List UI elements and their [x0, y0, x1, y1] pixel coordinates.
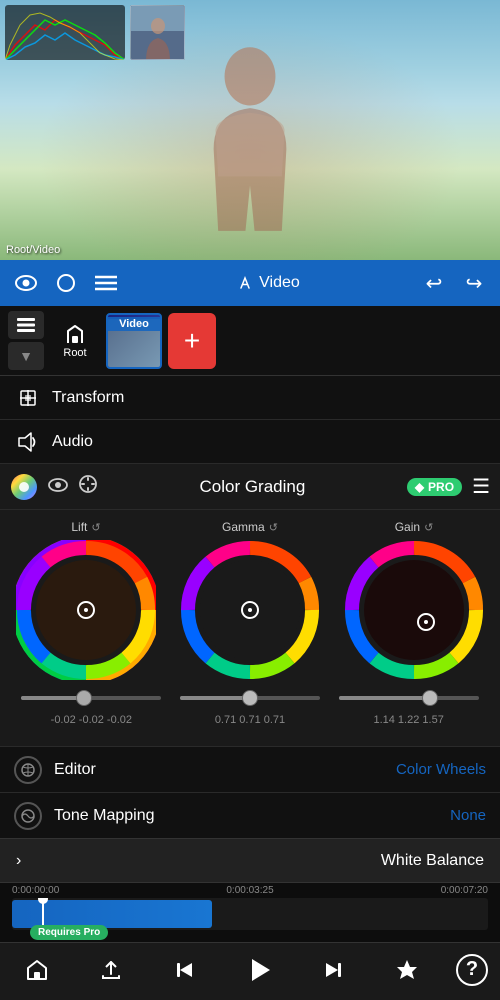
- layer-bar: ▼ Root Video +: [0, 306, 500, 376]
- transform-row[interactable]: Transform: [0, 376, 500, 420]
- timeline-time-end: 0:00:07:20: [441, 885, 488, 896]
- root-button[interactable]: Root: [50, 313, 100, 369]
- transform-label: Transform: [52, 389, 124, 407]
- histogram-overlay: [5, 5, 125, 60]
- editor-row[interactable]: Editor Color Wheels: [0, 746, 500, 792]
- video-thumbnail: [130, 5, 185, 60]
- tone-mapping-row[interactable]: Tone Mapping None: [0, 792, 500, 838]
- undo-button[interactable]: ↩: [416, 265, 452, 301]
- pro-badge: ◆ PRO: [407, 478, 462, 496]
- gain-slider[interactable]: [339, 688, 479, 708]
- video-clip-label: Video: [108, 317, 160, 331]
- values-row: -0.02 -0.02 -0.02 0.71 0.71 0.71 1.14 1.…: [4, 712, 496, 736]
- tone-mapping-label: Tone Mapping: [54, 807, 450, 825]
- gain-reset-icon[interactable]: ↺: [424, 521, 433, 534]
- sliders-row: [4, 684, 496, 712]
- root-video-label: Root/Video: [6, 244, 60, 256]
- prev-frame-button[interactable]: [160, 947, 210, 993]
- menu-toolbar-icon[interactable]: [88, 265, 124, 301]
- transform-icon: [16, 388, 40, 408]
- visibility-toggle[interactable]: [48, 476, 68, 497]
- wheels-row: Lift ↺: [4, 520, 496, 680]
- gamma-slider[interactable]: [180, 688, 320, 708]
- root-label: Root: [63, 347, 86, 359]
- layer-list-button[interactable]: [8, 311, 44, 339]
- settings-icon[interactable]: [78, 474, 98, 499]
- person-silhouette: [190, 40, 310, 240]
- editor-value: Color Wheels: [396, 761, 486, 778]
- video-clip-thumb[interactable]: Video: [106, 313, 162, 369]
- tone-mapping-value: None: [450, 807, 486, 824]
- lift-slider[interactable]: [21, 688, 161, 708]
- color-grading-menu[interactable]: ☰: [472, 474, 490, 499]
- next-frame-button[interactable]: [308, 947, 358, 993]
- timeline-header: 0:00:00:00 0:00:03:25 0:00:07:20: [0, 883, 500, 898]
- lift-reset-icon[interactable]: ↺: [91, 521, 100, 534]
- gain-label: Gain ↺: [395, 520, 434, 534]
- toolbar-title: Video: [259, 274, 300, 292]
- editor-label: Editor: [54, 761, 396, 779]
- gamma-wheel[interactable]: [180, 540, 320, 680]
- timeline-area: 0:00:00:00 0:00:03:25 0:00:07:20 Require…: [0, 882, 500, 942]
- color-grading-title: Color Grading: [108, 477, 397, 497]
- gamma-values: 0.71 0.71 0.71: [180, 714, 320, 726]
- gamma-wheel-container: Gamma ↺: [173, 520, 328, 680]
- lift-values: -0.02 -0.02 -0.02: [21, 714, 161, 726]
- eye-toolbar-icon[interactable]: [8, 265, 44, 301]
- color-wheels-area: Lift ↺: [0, 510, 500, 746]
- layer-expand-button[interactable]: ▼: [8, 342, 44, 370]
- gamma-reset-icon[interactable]: ↺: [269, 521, 278, 534]
- color-grading-header: Color Grading ◆ PRO ☰: [0, 464, 500, 510]
- audio-icon: [16, 431, 40, 453]
- add-clip-button[interactable]: +: [168, 313, 216, 369]
- lift-wheel-container: Lift ↺: [9, 520, 164, 680]
- gain-wheel-container: Gain ↺: [337, 520, 492, 680]
- gain-wheel[interactable]: [344, 540, 484, 680]
- gamma-label: Gamma ↺: [222, 520, 278, 534]
- video-preview: Root/Video: [0, 0, 500, 260]
- white-balance-label: White Balance: [381, 852, 484, 870]
- home-button[interactable]: [12, 947, 62, 993]
- circle-toolbar-icon[interactable]: [48, 265, 84, 301]
- editor-icon: [14, 756, 42, 784]
- tone-mapping-icon: [14, 802, 42, 830]
- help-button[interactable]: ?: [456, 954, 488, 986]
- pro-diamond-icon: ◆: [415, 480, 424, 494]
- pro-label: PRO: [428, 480, 454, 494]
- audio-row[interactable]: Audio: [0, 420, 500, 464]
- white-balance-arrow: ›: [16, 852, 21, 870]
- timeline-time-start: 0:00:00:00: [12, 885, 59, 896]
- color-grading-icon: [10, 473, 38, 501]
- lift-wheel[interactable]: [16, 540, 156, 680]
- share-button[interactable]: [86, 947, 136, 993]
- gain-values: 1.14 1.22 1.57: [339, 714, 479, 726]
- redo-button[interactable]: ↪: [456, 265, 492, 301]
- premium-button[interactable]: [382, 947, 432, 993]
- audio-label: Audio: [52, 433, 93, 451]
- bottom-nav: ?: [0, 942, 500, 996]
- lift-label: Lift ↺: [71, 520, 100, 534]
- title-row: Video: [128, 274, 412, 292]
- timeline-time-mid: 0:00:03:25: [226, 885, 273, 896]
- top-toolbar: Video ↩ ↪: [0, 260, 500, 306]
- white-balance-row[interactable]: › White Balance: [0, 838, 500, 882]
- play-button[interactable]: [234, 947, 284, 993]
- requires-pro-badge[interactable]: Requires Pro: [30, 925, 108, 940]
